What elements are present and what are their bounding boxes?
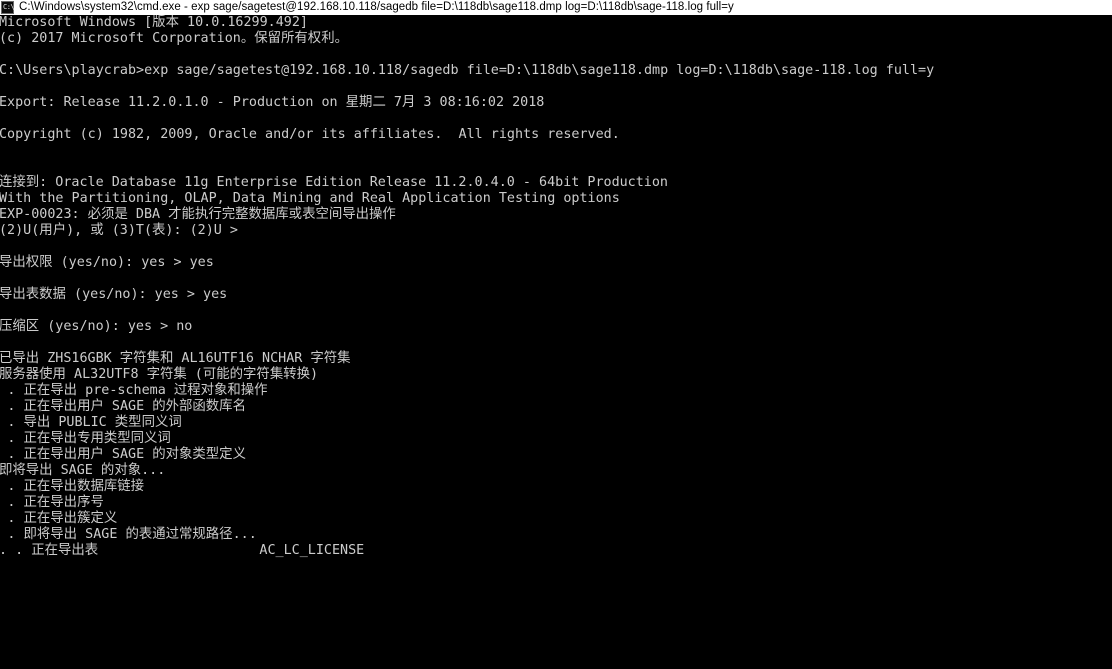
console-output-area[interactable]: Microsoft Windows [版本 10.0.16299.492] (c)… [0,15,1112,669]
window-title: C:\Windows\system32\cmd.exe - exp sage/s… [19,1,734,13]
console-line: (2)U(用户), 或 (3)T(表): (2)U > [0,223,238,238]
cmd-console-icon: C:\ [1,1,15,14]
console-line: . 正在导出数据库链接 [7,479,145,494]
console-line: . 正在导出序号 [7,495,104,510]
console-line: 连接到: Oracle Database 11g Enterprise Edit… [0,175,668,190]
console-line: . 即将导出 SAGE 的表通过常规路径... [7,527,257,542]
console-line: AC_LC_LICENSE [259,543,365,558]
console-line: . . 正在导出表 [0,543,99,558]
console-line: C:\Users\playcrab>exp sage/sagetest@192.… [0,63,935,78]
console-line: 导出表数据 (yes/no): yes > yes [0,287,228,302]
cmd-console-window: C:\ C:\Windows\system32\cmd.exe - exp sa… [0,0,1112,669]
cmd-icon-glyph: C:\ [3,3,15,11]
console-line: . 正在导出用户 SAGE 的外部函数库名 [7,399,246,414]
console-line: Export: Release 11.2.0.1.0 - Production … [0,95,545,110]
console-line: . 正在导出 pre-schema 过程对象和操作 [7,383,268,398]
console-line: Copyright (c) 1982, 2009, Oracle and/or … [0,127,620,142]
console-line: . 正在导出用户 SAGE 的对象类型定义 [7,447,246,462]
console-line: . 导出 PUBLIC 类型同义词 [7,415,182,430]
window-titlebar[interactable]: C:\ C:\Windows\system32\cmd.exe - exp sa… [0,0,1112,15]
console-line: 导出权限 (yes/no): yes > yes [0,255,214,270]
console-line: 即将导出 SAGE 的对象... [0,463,166,478]
console-line: 压缩区 (yes/no): yes > no [0,319,193,334]
console-line: . 正在导出专用类型同义词 [7,431,171,446]
console-line: Microsoft Windows [版本 10.0.16299.492] [0,15,308,30]
console-line: With the Partitioning, OLAP, Data Mining… [0,191,620,206]
console-line: (c) 2017 Microsoft Corporation。保留所有权利。 [0,31,348,46]
console-line: . 正在导出簇定义 [7,511,118,526]
console-line: 已导出 ZHS16GBK 字符集和 AL16UTF16 NCHAR 字符集 [0,351,351,366]
console-line: 服务器使用 AL32UTF8 字符集 (可能的字符集转换) [0,367,319,382]
console-line: EXP-00023: 必须是 DBA 才能执行完整数据库或表空间导出操作 [0,207,396,222]
